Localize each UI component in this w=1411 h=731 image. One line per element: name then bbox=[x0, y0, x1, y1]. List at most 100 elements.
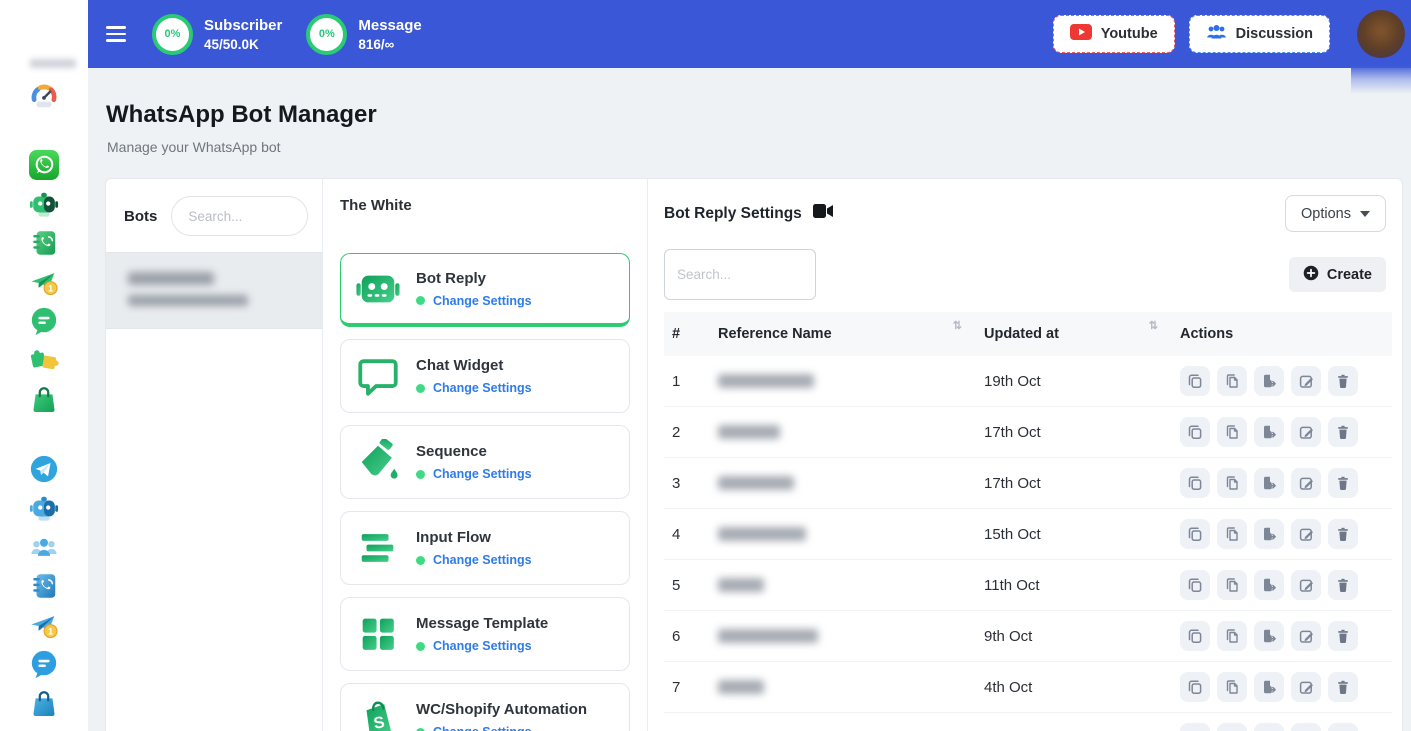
edit-button[interactable] bbox=[1291, 366, 1321, 396]
updated-at-value: 4th Oct bbox=[974, 662, 1170, 713]
subscriber-label: Subscriber bbox=[204, 17, 282, 34]
feature-card-chat-widget[interactable]: Chat Widget Change Settings bbox=[340, 339, 630, 413]
column-header-reference-name: Reference Name⇅ bbox=[708, 312, 974, 356]
copy-button[interactable] bbox=[1180, 723, 1210, 731]
copy-button[interactable] bbox=[1180, 468, 1210, 498]
duplicate-button[interactable] bbox=[1217, 417, 1247, 447]
change-settings-link[interactable]: Change Settings bbox=[433, 639, 532, 653]
feature-card-input-flow[interactable]: Input FlowChange Settings bbox=[340, 511, 630, 585]
change-settings-link[interactable]: Change Settings bbox=[433, 381, 532, 395]
change-settings-link[interactable]: Change Settings bbox=[433, 467, 532, 481]
delete-button[interactable] bbox=[1328, 672, 1358, 702]
feature-card-list: Bot ReplyChange Settings Chat Widget Chang… bbox=[340, 253, 630, 731]
export-button[interactable] bbox=[1254, 570, 1284, 600]
delete-button[interactable] bbox=[1328, 366, 1358, 396]
telegram-contacts-icon[interactable] bbox=[29, 571, 59, 601]
edit-button[interactable] bbox=[1291, 570, 1321, 600]
selected-bot-name: The White bbox=[340, 197, 630, 214]
delete-button[interactable] bbox=[1328, 519, 1358, 549]
edit-button[interactable] bbox=[1291, 519, 1321, 549]
bot-manager-panel: Bots The White Bot ReplyChange SettingsC… bbox=[105, 178, 1403, 731]
message-percent: 0% bbox=[319, 28, 335, 40]
edit-button[interactable] bbox=[1291, 468, 1321, 498]
discussion-button[interactable]: Discussion bbox=[1189, 15, 1330, 53]
whatsapp-contacts-icon[interactable] bbox=[29, 228, 59, 258]
copy-button[interactable] bbox=[1180, 417, 1210, 447]
bot-phone-redacted bbox=[128, 295, 248, 306]
whatsapp-broadcast-icon[interactable]: 1 bbox=[29, 267, 59, 297]
delete-icon bbox=[1335, 475, 1351, 491]
sort-icon[interactable]: ⇅ bbox=[1149, 319, 1158, 332]
whatsapp-integration-icon[interactable] bbox=[29, 345, 59, 375]
duplicate-button[interactable] bbox=[1217, 519, 1247, 549]
change-settings-link[interactable]: Change Settings bbox=[433, 725, 532, 731]
dashboard-icon[interactable] bbox=[29, 80, 59, 110]
bot-list-item[interactable] bbox=[106, 252, 322, 329]
copy-button[interactable] bbox=[1180, 672, 1210, 702]
telegram-group-icon[interactable] bbox=[29, 532, 59, 562]
delete-button[interactable] bbox=[1328, 570, 1358, 600]
whatsapp-icon[interactable] bbox=[29, 150, 59, 180]
edit-button[interactable] bbox=[1291, 723, 1321, 731]
reference-name-redacted bbox=[708, 356, 974, 407]
hamburger-menu-icon[interactable] bbox=[106, 22, 128, 45]
youtube-button[interactable]: Youtube bbox=[1053, 15, 1175, 53]
change-settings-link[interactable]: Change Settings bbox=[433, 294, 532, 308]
delete-button[interactable] bbox=[1328, 417, 1358, 447]
telegram-bot-icon[interactable] bbox=[29, 493, 59, 523]
whatsapp-chat-icon[interactable] bbox=[29, 306, 59, 336]
create-button[interactable]: Create bbox=[1289, 257, 1386, 292]
copy-button[interactable] bbox=[1180, 570, 1210, 600]
table-row: 317th Oct bbox=[664, 458, 1392, 509]
duplicate-button[interactable] bbox=[1217, 366, 1247, 396]
whatsapp-shop-icon[interactable] bbox=[29, 384, 59, 414]
settings-title: Bot Reply Settings bbox=[664, 205, 802, 223]
duplicate-button[interactable] bbox=[1217, 468, 1247, 498]
export-button[interactable] bbox=[1254, 366, 1284, 396]
export-button[interactable] bbox=[1254, 519, 1284, 549]
row-number: 5 bbox=[664, 560, 708, 611]
feature-name: Chat Widget bbox=[416, 357, 532, 374]
delete-button[interactable] bbox=[1328, 723, 1358, 731]
table-row: 74th Oct bbox=[664, 662, 1392, 713]
delete-button[interactable] bbox=[1328, 621, 1358, 651]
bot-reply-icon bbox=[355, 266, 401, 312]
youtube-label: Youtube bbox=[1101, 26, 1158, 42]
feature-card-bot-reply[interactable]: Bot ReplyChange Settings bbox=[340, 253, 630, 327]
duplicate-button[interactable] bbox=[1217, 621, 1247, 651]
duplicate-button[interactable] bbox=[1217, 723, 1247, 731]
whatsapp-bot-icon[interactable] bbox=[29, 189, 59, 219]
export-button[interactable] bbox=[1254, 621, 1284, 651]
change-settings-link[interactable]: Change Settings bbox=[433, 553, 532, 567]
copy-button[interactable] bbox=[1180, 366, 1210, 396]
main-content: WhatsApp Bot Manager Manage your WhatsAp… bbox=[88, 68, 1411, 731]
edit-button[interactable] bbox=[1291, 621, 1321, 651]
edit-button[interactable] bbox=[1291, 672, 1321, 702]
duplicate-button[interactable] bbox=[1217, 672, 1247, 702]
video-tutorial-icon[interactable] bbox=[813, 204, 833, 223]
export-button[interactable] bbox=[1254, 417, 1284, 447]
export-button[interactable] bbox=[1254, 723, 1284, 731]
sort-icon[interactable]: ⇅ bbox=[953, 319, 962, 332]
feature-card-shopify[interactable]: SWC/Shopify AutomationChange Settings bbox=[340, 683, 630, 731]
avatar[interactable] bbox=[1357, 10, 1405, 58]
export-button[interactable] bbox=[1254, 468, 1284, 498]
telegram-chat-icon[interactable] bbox=[29, 649, 59, 679]
feature-card-message-template[interactable]: Message TemplateChange Settings bbox=[340, 597, 630, 671]
feature-card-sequence[interactable]: SequenceChange Settings bbox=[340, 425, 630, 499]
telegram-broadcast-icon[interactable]: 1 bbox=[29, 610, 59, 640]
copy-button[interactable] bbox=[1180, 621, 1210, 651]
bots-search-input[interactable] bbox=[171, 196, 308, 236]
copy-button[interactable] bbox=[1180, 519, 1210, 549]
options-button[interactable]: Options bbox=[1285, 195, 1386, 232]
telegram-icon[interactable] bbox=[29, 454, 59, 484]
row-number bbox=[664, 713, 708, 731]
edit-button[interactable] bbox=[1291, 417, 1321, 447]
feature-name: WC/Shopify Automation bbox=[416, 701, 587, 718]
export-button[interactable] bbox=[1254, 672, 1284, 702]
delete-button[interactable] bbox=[1328, 468, 1358, 498]
duplicate-button[interactable] bbox=[1217, 570, 1247, 600]
create-label: Create bbox=[1327, 267, 1372, 283]
table-search-input[interactable] bbox=[664, 249, 816, 300]
telegram-shop-icon[interactable] bbox=[29, 688, 59, 718]
